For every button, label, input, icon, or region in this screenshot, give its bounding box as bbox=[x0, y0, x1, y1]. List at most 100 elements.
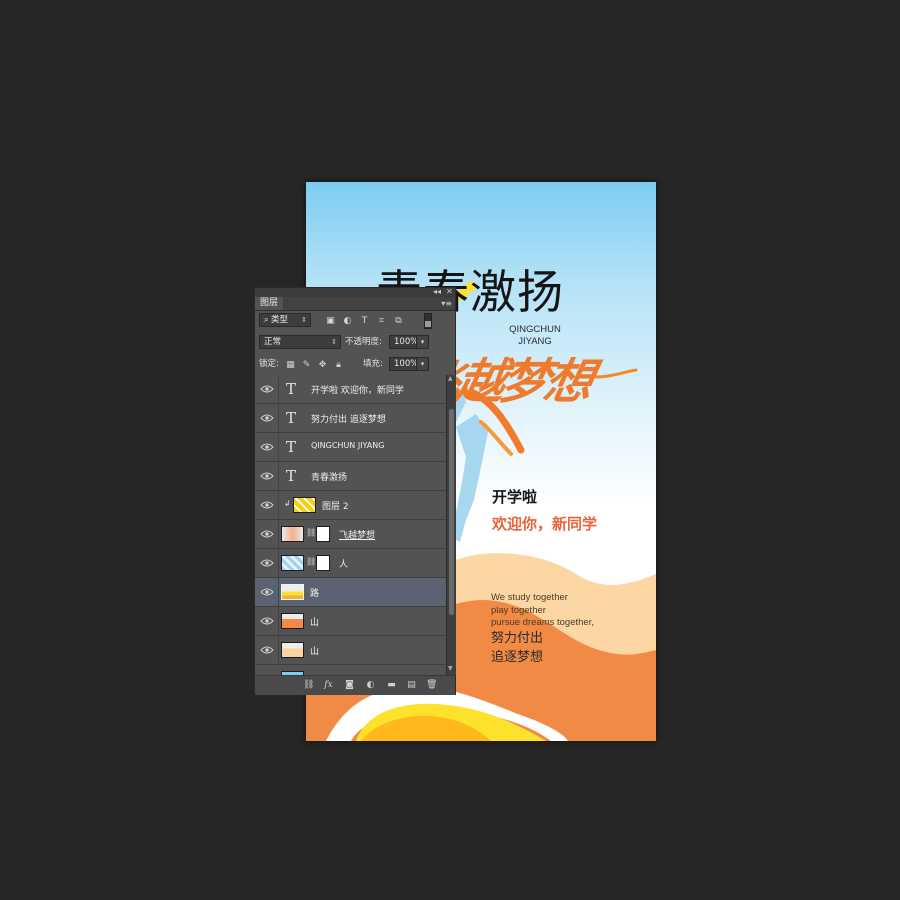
layer-row[interactable]: 山 bbox=[255, 607, 446, 636]
layer-name[interactable]: 山 bbox=[310, 644, 319, 657]
close-icon[interactable]: ✕ bbox=[446, 287, 453, 296]
visibility-eye-icon[interactable] bbox=[260, 587, 274, 597]
layer-name[interactable]: 山 bbox=[310, 615, 319, 628]
layer-row[interactable]: ⛓︎ 飞越梦想 bbox=[255, 520, 446, 549]
english-line: pursue dreams together, bbox=[491, 617, 594, 628]
scroll-up-icon[interactable]: ▲ bbox=[448, 375, 453, 382]
layer-name[interactable]: 努力付出 追逐梦想 bbox=[311, 412, 386, 425]
visibility-eye-icon[interactable] bbox=[260, 500, 274, 510]
layer-row[interactable]: 山 bbox=[255, 636, 446, 665]
lock-transparent-icon[interactable]: ▦ bbox=[285, 359, 296, 370]
visibility-eye-icon[interactable] bbox=[260, 529, 274, 539]
blend-mode-select[interactable]: 正常 ⇕ bbox=[259, 335, 341, 349]
group-icon[interactable]: ▬ bbox=[386, 680, 397, 691]
layer-mask-thumbnail[interactable] bbox=[316, 526, 330, 542]
type-filter-icon[interactable]: T bbox=[359, 315, 370, 326]
visibility-eye-icon[interactable] bbox=[260, 558, 274, 568]
panel-tab-row: 图层 ▾≡ bbox=[255, 297, 455, 311]
text-layer-icon: T bbox=[286, 380, 297, 398]
panel-menu-icon[interactable]: ▾≡ bbox=[441, 299, 452, 308]
mask-icon[interactable]: ◙ bbox=[344, 680, 355, 691]
divider bbox=[278, 549, 279, 577]
filter-kind-value: 类型 bbox=[271, 315, 289, 325]
filter-kind-select[interactable]: ⌕ 类型 ⇕ bbox=[259, 313, 311, 327]
layer-name[interactable]: 开学啦 欢迎你，新同学 bbox=[311, 383, 404, 396]
opacity-label: 不透明度: bbox=[345, 337, 382, 347]
layer-name[interactable]: 图层 2 bbox=[322, 499, 349, 512]
visibility-eye-icon[interactable] bbox=[260, 471, 274, 481]
visibility-eye-icon[interactable] bbox=[260, 384, 274, 394]
new-layer-icon[interactable]: ▤ bbox=[406, 680, 417, 691]
panel-titlebar[interactable]: ◂◂ ✕ bbox=[255, 287, 455, 297]
layer-name[interactable]: 路 bbox=[310, 586, 319, 599]
chain-link-icon[interactable]: ⛓︎ bbox=[306, 528, 316, 537]
divider bbox=[278, 636, 279, 664]
lock-position-icon[interactable]: ✥ bbox=[317, 359, 328, 370]
divider bbox=[278, 404, 279, 432]
link-icon[interactable]: ⛓︎ bbox=[303, 680, 314, 691]
layer-name[interactable]: 飞越梦想 bbox=[339, 528, 375, 541]
layer-row[interactable]: ↲ 图层 2 bbox=[255, 491, 446, 520]
collapse-icon[interactable]: ◂◂ bbox=[433, 287, 441, 296]
search-icon: ⌕ bbox=[264, 315, 272, 324]
divider bbox=[278, 375, 279, 403]
lock-all-icon[interactable]: 🔒︎ bbox=[333, 359, 344, 370]
layer-thumbnail bbox=[281, 642, 304, 658]
layer-row-selected[interactable]: 路 bbox=[255, 578, 446, 607]
layer-row[interactable]: T 青春激扬 bbox=[255, 462, 446, 491]
opacity-slider-button[interactable]: ▾ bbox=[416, 335, 429, 349]
layer-thumbnail bbox=[281, 555, 304, 571]
chevron-down-icon: ⇕ bbox=[331, 338, 337, 346]
chinese-line: 努力付出 bbox=[491, 631, 544, 646]
layer-row[interactable]: T 开学啦 欢迎你，新同学 bbox=[255, 375, 446, 404]
divider bbox=[278, 462, 279, 490]
layers-panel[interactable]: ◂◂ ✕ 图层 ▾≡ ⌕ 类型 ⇕ ▣ ◐ T ⌗ ⧉ 正常 ⇕ 不透明度: 1… bbox=[254, 287, 456, 695]
layer-row[interactable]: T 努力付出 追逐梦想 bbox=[255, 404, 446, 433]
visibility-eye-icon[interactable] bbox=[260, 413, 274, 423]
kaixue-text: 开学啦 bbox=[492, 488, 538, 506]
adjustment-filter-icon[interactable]: ◐ bbox=[342, 315, 353, 326]
opacity-value: 100% bbox=[394, 337, 419, 347]
chinese-slogan: 努力付出 追逐梦想 bbox=[491, 629, 543, 667]
opacity-input[interactable]: 100% bbox=[389, 335, 419, 349]
fill-label: 填充: bbox=[363, 359, 383, 369]
text-layer-icon: T bbox=[286, 438, 297, 456]
layer-list-scrollbar[interactable]: ▲ ▼ bbox=[446, 375, 456, 675]
text-layer-icon: T bbox=[286, 409, 297, 427]
divider bbox=[278, 433, 279, 461]
layer-name[interactable]: 人 bbox=[339, 557, 348, 570]
layer-row[interactable]: T QINGCHUN JIYANG bbox=[255, 433, 446, 462]
divider bbox=[278, 491, 279, 519]
divider bbox=[278, 607, 279, 635]
filter-toggle-switch[interactable] bbox=[424, 313, 432, 329]
adjustment-icon[interactable]: ◐ bbox=[365, 680, 376, 691]
english-line: play together bbox=[491, 604, 546, 616]
visibility-eye-icon[interactable] bbox=[260, 616, 274, 626]
lock-image-icon[interactable]: ✎ bbox=[301, 359, 312, 370]
layer-name[interactable]: QINGCHUN JIYANG bbox=[311, 441, 384, 450]
shape-filter-icon[interactable]: ⌗ bbox=[376, 315, 387, 326]
layer-name[interactable]: 青春激扬 bbox=[311, 470, 347, 483]
fill-input[interactable]: 100% bbox=[389, 357, 419, 371]
fill-slider-button[interactable]: ▾ bbox=[416, 357, 429, 371]
tab-layers[interactable]: 图层 bbox=[255, 297, 283, 310]
visibility-eye-icon[interactable] bbox=[260, 442, 274, 452]
scrollbar-thumb[interactable] bbox=[449, 409, 454, 615]
layer-thumbnail bbox=[281, 526, 304, 542]
divider bbox=[278, 578, 279, 606]
smart-object-filter-icon[interactable]: ⧉ bbox=[393, 315, 404, 326]
subtitle-line-1: QINGCHUN bbox=[509, 324, 561, 335]
scroll-down-icon[interactable]: ▼ bbox=[448, 665, 453, 672]
chain-link-icon[interactable]: ⛓︎ bbox=[306, 557, 316, 566]
layer-row-partial[interactable] bbox=[255, 665, 446, 675]
layer-list[interactable]: T 开学啦 欢迎你，新同学 T 努力付出 追逐梦想 T QINGCHUN JIY… bbox=[255, 375, 446, 675]
fx-icon[interactable]: fx bbox=[323, 680, 334, 691]
layer-row[interactable]: ⛓︎ 人 bbox=[255, 549, 446, 578]
delete-icon[interactable]: 🗑︎ bbox=[426, 680, 437, 691]
visibility-eye-icon[interactable] bbox=[260, 645, 274, 655]
welcome-text: 欢迎你，新同学 bbox=[492, 515, 598, 533]
layer-mask-thumbnail[interactable] bbox=[316, 555, 330, 571]
blend-mode-value: 正常 bbox=[264, 337, 282, 347]
image-filter-icon[interactable]: ▣ bbox=[325, 315, 336, 326]
fill-value: 100% bbox=[394, 359, 419, 369]
